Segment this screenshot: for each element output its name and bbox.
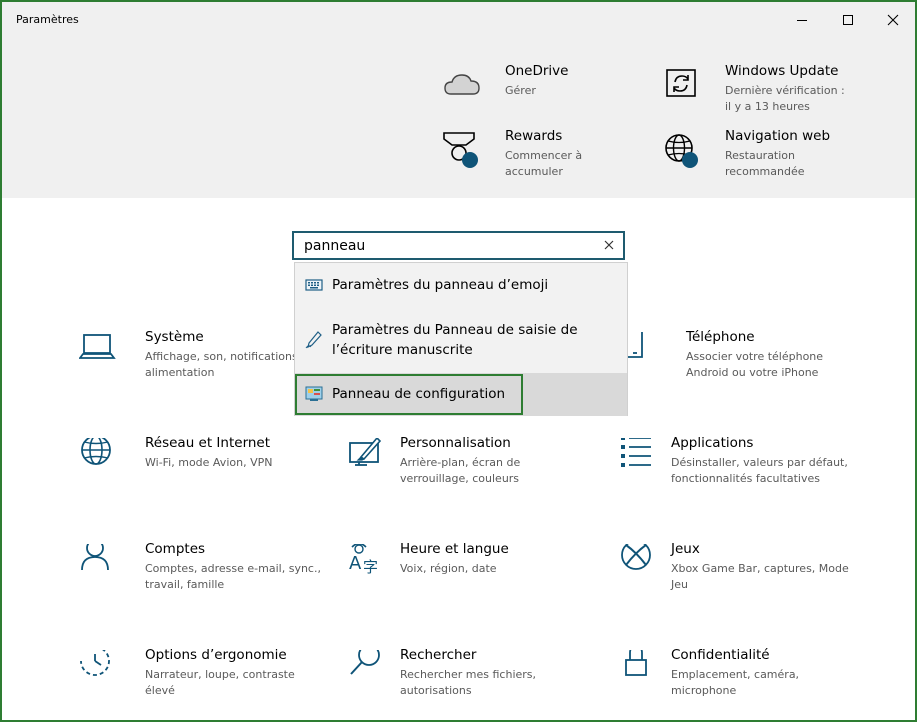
suggestion-control-panel[interactable]: Panneau de configuration — [295, 373, 627, 416]
category-jeux-subtitle: Xbox Game Bar, captures, Mode Jeu — [671, 562, 849, 591]
category-applications-subtitle: Désinstaller, valeurs par défaut, fonctio… — [671, 456, 848, 485]
keyboard-icon — [305, 279, 323, 291]
settings-window: Paramètres OneDrive Gérer Windows Update… — [0, 0, 917, 722]
time-language-icon: A 字 — [349, 544, 378, 576]
suggestion-handwriting-panel[interactable]: Paramètres du Panneau de saisie de l’écri… — [295, 307, 627, 373]
category-comptes-title: Comptes — [145, 541, 206, 557]
lock-icon — [625, 650, 647, 676]
category-ergonomie-subtitle: Narrateur, loupe, contraste élevé — [145, 668, 295, 697]
category-systeme-subtitle: Affichage, son, notifications, alimentati… — [145, 350, 302, 379]
maximize-icon — [843, 15, 853, 25]
tile-navigation-web-title: Navigation web — [725, 128, 831, 144]
control-panel-icon — [305, 386, 323, 401]
globe-icon — [665, 134, 698, 168]
category-systeme-title: Système — [145, 329, 204, 345]
category-reseau-title: Réseau et Internet — [145, 435, 271, 451]
category-heure-langue-subtitle: Voix, région, date — [400, 562, 497, 575]
minimize-icon — [797, 20, 807, 21]
category-confidentialite-subtitle: Emplacement, caméra, microphone — [671, 668, 800, 697]
category-personnalisation-title: Personnalisation — [400, 435, 511, 451]
refresh-icon — [666, 69, 696, 97]
suggestion-label: Paramètres du Panneau de saisie de l’écri… — [332, 322, 578, 358]
svg-text:字: 字 — [363, 558, 378, 576]
xbox-icon — [621, 544, 651, 570]
close-button[interactable] — [879, 8, 907, 32]
medal-icon — [443, 132, 478, 168]
category-comptes-subtitle: Comptes, adresse e-mail, sync., travail, … — [145, 562, 321, 591]
pen-icon — [305, 331, 322, 349]
user-icon — [81, 544, 109, 571]
minimize-button[interactable] — [788, 8, 816, 32]
suggestion-label: Paramètres du panneau d’emoji — [332, 277, 549, 293]
category-telephone-title: Téléphone — [686, 329, 755, 345]
category-confidentialite-title: Confidentialité — [671, 647, 770, 663]
cloud-icon — [444, 74, 480, 95]
search-category-icon — [350, 650, 380, 675]
tile-onedrive-title: OneDrive — [505, 63, 569, 79]
search-box — [292, 231, 625, 260]
clear-search-icon[interactable] — [601, 237, 617, 253]
category-heure-langue-title: Heure et langue — [400, 541, 509, 557]
category-ergonomie-title: Options d’ergonomie — [145, 647, 287, 663]
tile-windows-update-title: Windows Update — [725, 63, 839, 79]
category-jeux-title: Jeux — [671, 541, 700, 557]
maximize-button[interactable] — [834, 8, 862, 32]
laptop-icon — [79, 334, 116, 359]
category-personnalisation-subtitle: Arrière-plan, écran de verrouillage, coul… — [400, 456, 521, 485]
category-rechercher-subtitle: Rechercher mes fichiers, autorisations — [400, 668, 537, 697]
tile-rewards-subtitle: Commencer à accumuler — [505, 149, 583, 178]
ease-of-access-icon — [80, 650, 110, 676]
tile-rewards-title: Rewards — [505, 128, 563, 144]
suggestion-label: Panneau de configuration — [332, 386, 506, 402]
category-rechercher-title: Rechercher — [400, 647, 477, 663]
category-reseau-subtitle: Wi-Fi, mode Avion, VPN — [145, 456, 273, 469]
search-suggestions: Paramètres du panneau d’emoji Paramètres… — [294, 262, 628, 416]
app-list-icon — [621, 438, 651, 467]
close-icon — [887, 14, 899, 26]
network-globe-icon — [81, 438, 111, 465]
search-input[interactable] — [304, 235, 594, 257]
window-title: Paramètres — [16, 13, 79, 26]
tile-onedrive-subtitle: Gérer — [505, 84, 536, 97]
category-telephone-subtitle: Associer votre téléphone Android ou votre… — [686, 350, 824, 379]
suggestion-emoji-panel[interactable]: Paramètres du panneau d’emoji — [295, 263, 627, 307]
tile-navigation-web-subtitle: Restauration recommandée — [725, 149, 805, 178]
paintbrush-screen-icon — [349, 438, 382, 466]
svg-text:A: A — [349, 553, 362, 574]
tile-windows-update-subtitle: Dernière vérification : il y a 13 heures — [725, 84, 845, 113]
category-applications-title: Applications — [671, 435, 754, 451]
